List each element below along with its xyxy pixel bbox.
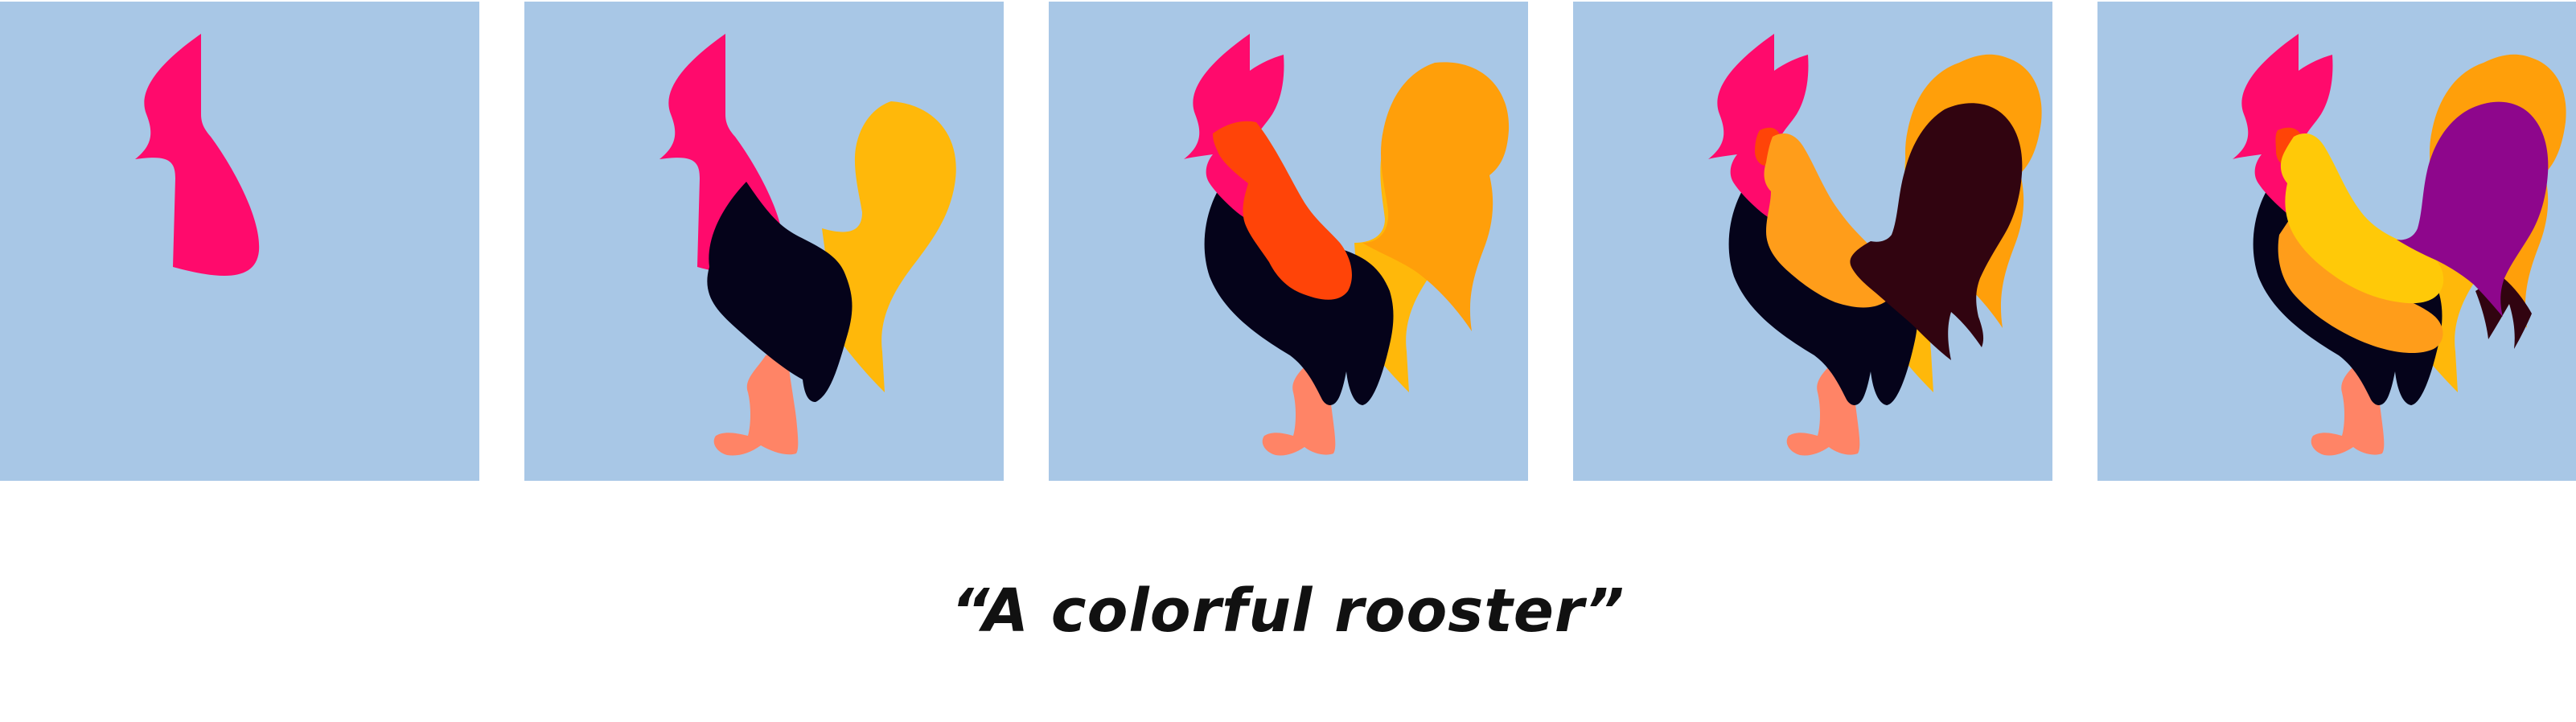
rooster-illustration-stage-3 — [1049, 2, 1528, 481]
rooster-illustration-stage-5 — [2097, 2, 2576, 481]
rooster-panel-1 — [0, 2, 479, 481]
rooster-illustration-stage-2 — [524, 2, 1004, 481]
rooster-panel-2 — [524, 2, 1004, 481]
rooster-illustration-stage-4 — [1573, 2, 2052, 481]
rooster-panel-4 — [1573, 2, 2052, 481]
rooster-panel-5 — [2097, 2, 2576, 481]
caption-text: “A colorful rooster” — [951, 576, 1625, 646]
rooster-illustration-stage-1 — [0, 2, 479, 481]
rooster-panel-3 — [1049, 2, 1528, 481]
